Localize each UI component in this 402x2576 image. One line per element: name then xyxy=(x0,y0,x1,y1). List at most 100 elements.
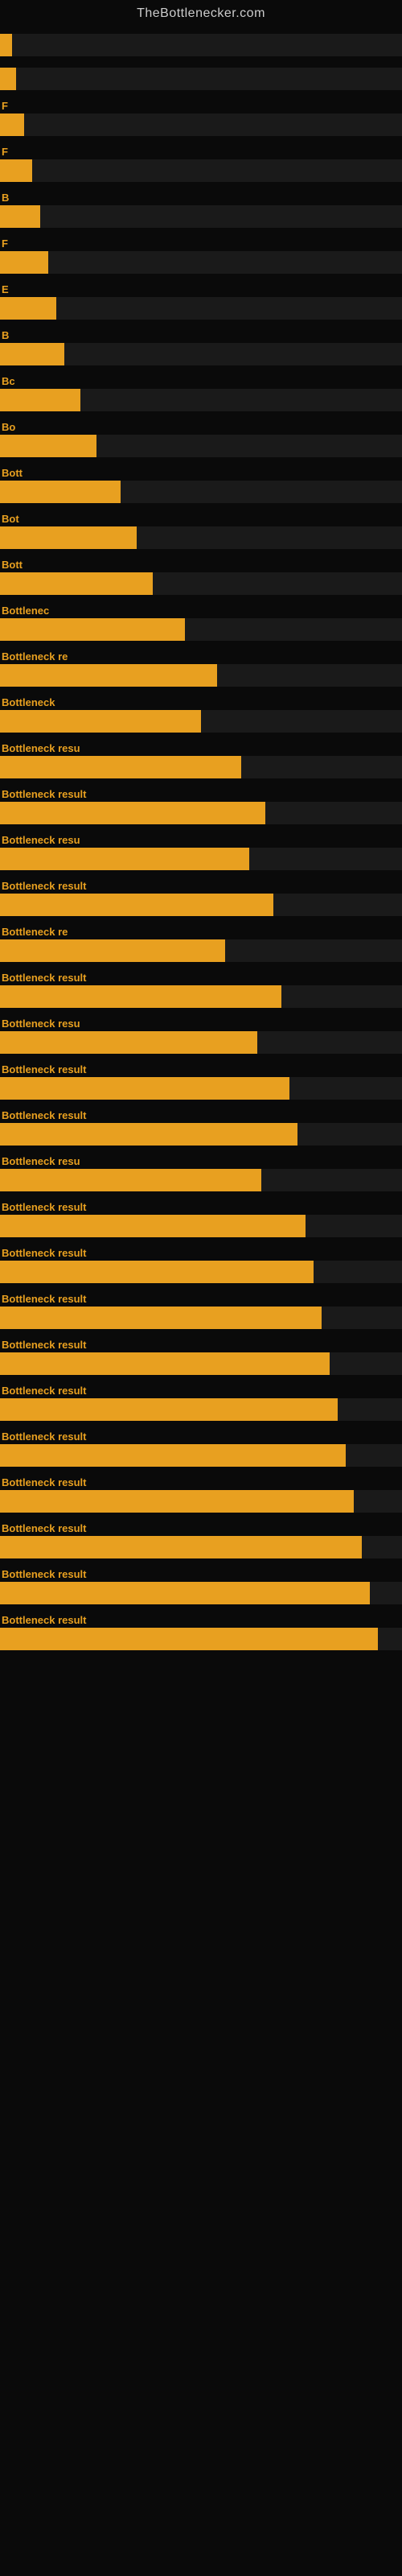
bar-bg-31 xyxy=(0,1444,402,1467)
bar-row-10: Bott xyxy=(0,467,402,503)
bar-bg-21 xyxy=(0,985,402,1008)
bar-row-30: Bottleneck result xyxy=(0,1385,402,1421)
bar-fill-9 xyxy=(0,435,96,457)
bar-label-9: Bo xyxy=(0,421,402,433)
bar-label-21: Bottleneck result xyxy=(0,972,402,984)
bars-container: FFBFEBBcBoBottBotBottBottlenecBottleneck… xyxy=(0,24,402,1660)
bar-bg-13 xyxy=(0,618,402,641)
bar-bg-19 xyxy=(0,894,402,916)
bar-bg-5 xyxy=(0,251,402,274)
bar-label-7: B xyxy=(0,329,402,341)
bar-fill-11 xyxy=(0,526,137,549)
bar-bg-32 xyxy=(0,1490,402,1513)
bar-fill-22 xyxy=(0,1031,257,1054)
bar-row-0 xyxy=(0,32,402,56)
bar-label-31: Bottleneck result xyxy=(0,1430,402,1443)
bar-fill-24 xyxy=(0,1123,297,1146)
bar-label-33: Bottleneck result xyxy=(0,1522,402,1534)
bar-row-24: Bottleneck result xyxy=(0,1109,402,1146)
bar-label-22: Bottleneck resu xyxy=(0,1018,402,1030)
bar-label-13: Bottlenec xyxy=(0,605,402,617)
bar-row-3: F xyxy=(0,146,402,182)
bar-row-34: Bottleneck result xyxy=(0,1568,402,1604)
bar-fill-5 xyxy=(0,251,48,274)
bar-label-32: Bottleneck result xyxy=(0,1476,402,1488)
bar-row-13: Bottlenec xyxy=(0,605,402,641)
bar-label-19: Bottleneck result xyxy=(0,880,402,892)
bar-bg-16 xyxy=(0,756,402,778)
bar-bg-14 xyxy=(0,664,402,687)
bar-bg-9 xyxy=(0,435,402,457)
bar-fill-29 xyxy=(0,1352,330,1375)
bar-bg-6 xyxy=(0,297,402,320)
bar-fill-33 xyxy=(0,1536,362,1558)
bar-fill-0 xyxy=(0,34,12,56)
bar-row-6: E xyxy=(0,283,402,320)
bar-fill-31 xyxy=(0,1444,346,1467)
site-title-container: TheBottlenecker.com xyxy=(0,0,402,24)
bar-bg-3 xyxy=(0,159,402,182)
bar-row-9: Bo xyxy=(0,421,402,457)
bar-fill-21 xyxy=(0,985,281,1008)
bar-bg-23 xyxy=(0,1077,402,1100)
bar-bg-4 xyxy=(0,205,402,228)
bar-row-20: Bottleneck re xyxy=(0,926,402,962)
bar-label-34: Bottleneck result xyxy=(0,1568,402,1580)
bar-row-15: Bottleneck xyxy=(0,696,402,733)
bar-bg-25 xyxy=(0,1169,402,1191)
bar-fill-30 xyxy=(0,1398,338,1421)
bar-bg-18 xyxy=(0,848,402,870)
bar-row-8: Bc xyxy=(0,375,402,411)
bar-fill-8 xyxy=(0,389,80,411)
bar-row-18: Bottleneck resu xyxy=(0,834,402,870)
bar-label-30: Bottleneck result xyxy=(0,1385,402,1397)
bar-bg-17 xyxy=(0,802,402,824)
bar-fill-16 xyxy=(0,756,241,778)
bar-bg-11 xyxy=(0,526,402,549)
bar-row-22: Bottleneck resu xyxy=(0,1018,402,1054)
bar-row-31: Bottleneck result xyxy=(0,1430,402,1467)
bar-label-23: Bottleneck result xyxy=(0,1063,402,1075)
bar-row-28: Bottleneck result xyxy=(0,1293,402,1329)
bar-bg-30 xyxy=(0,1398,402,1421)
bar-label-10: Bott xyxy=(0,467,402,479)
bar-bg-34 xyxy=(0,1582,402,1604)
bar-row-16: Bottleneck resu xyxy=(0,742,402,778)
bar-fill-32 xyxy=(0,1490,354,1513)
site-title: TheBottlenecker.com xyxy=(0,0,402,24)
bar-bg-1 xyxy=(0,68,402,90)
bar-label-18: Bottleneck resu xyxy=(0,834,402,846)
bar-row-5: F xyxy=(0,237,402,274)
bar-fill-7 xyxy=(0,343,64,365)
bar-label-12: Bott xyxy=(0,559,402,571)
bar-label-15: Bottleneck xyxy=(0,696,402,708)
bar-row-17: Bottleneck result xyxy=(0,788,402,824)
bar-bg-29 xyxy=(0,1352,402,1375)
bar-fill-13 xyxy=(0,618,185,641)
bar-row-11: Bot xyxy=(0,513,402,549)
bar-row-4: B xyxy=(0,192,402,228)
bar-fill-1 xyxy=(0,68,16,90)
bar-fill-19 xyxy=(0,894,273,916)
bar-label-16: Bottleneck resu xyxy=(0,742,402,754)
bar-label-24: Bottleneck result xyxy=(0,1109,402,1121)
bar-label-27: Bottleneck result xyxy=(0,1247,402,1259)
bar-label-35: Bottleneck result xyxy=(0,1614,402,1626)
bar-fill-25 xyxy=(0,1169,261,1191)
bar-bg-0 xyxy=(0,34,402,56)
bar-label-6: E xyxy=(0,283,402,295)
bar-label-28: Bottleneck result xyxy=(0,1293,402,1305)
bar-row-21: Bottleneck result xyxy=(0,972,402,1008)
bar-fill-2 xyxy=(0,114,24,136)
bar-row-1 xyxy=(0,66,402,90)
bar-fill-26 xyxy=(0,1215,306,1237)
bar-fill-15 xyxy=(0,710,201,733)
bar-label-17: Bottleneck result xyxy=(0,788,402,800)
bar-bg-20 xyxy=(0,939,402,962)
bar-label-3: F xyxy=(0,146,402,158)
bar-row-7: B xyxy=(0,329,402,365)
bar-label-2: F xyxy=(0,100,402,112)
bar-row-2: F xyxy=(0,100,402,136)
bar-fill-34 xyxy=(0,1582,370,1604)
bar-fill-35 xyxy=(0,1628,378,1650)
